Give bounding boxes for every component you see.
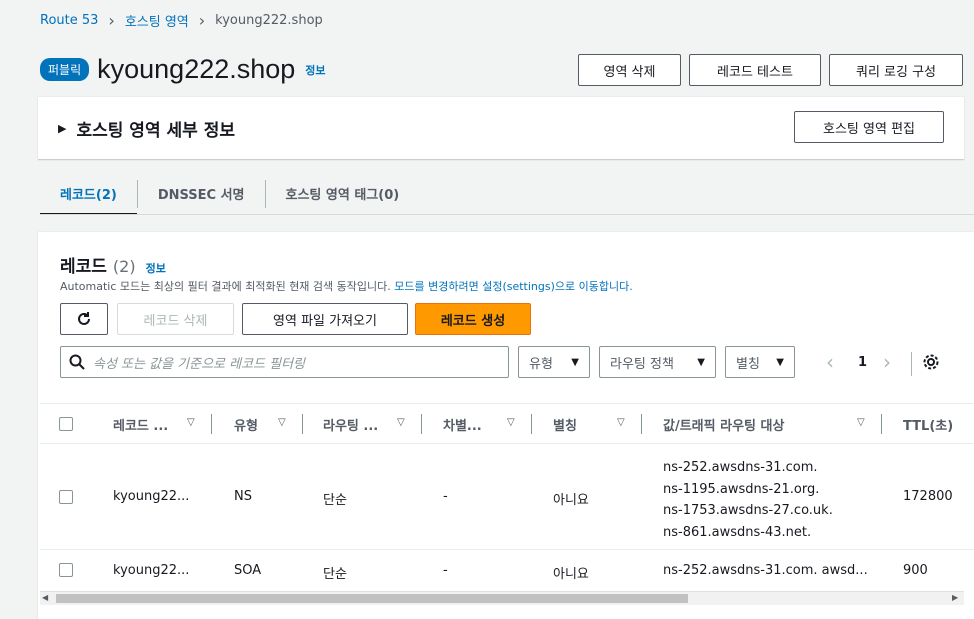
tab-dnssec[interactable]: DNSSEC 서명 bbox=[138, 172, 265, 215]
type-filter-select[interactable]: 유형 ▼ bbox=[518, 346, 590, 378]
value-line: ns-252.awsdns-31.com. bbox=[663, 460, 818, 475]
test-record-button[interactable]: 레코드 테스트 bbox=[689, 54, 821, 86]
row-checkbox[interactable] bbox=[59, 490, 73, 504]
column-divider[interactable] bbox=[211, 414, 212, 434]
chevron-right-icon[interactable]: › bbox=[883, 350, 891, 374]
type-filter-label: 유형 bbox=[529, 356, 553, 372]
record-ttl-cell: 900 bbox=[903, 563, 928, 578]
alias-filter-label: 별칭 bbox=[736, 356, 760, 372]
refresh-icon bbox=[78, 312, 90, 325]
record-diff-cell: - bbox=[443, 489, 448, 504]
chevron-left-icon[interactable]: ‹ bbox=[826, 350, 834, 374]
select-all-checkbox[interactable] bbox=[59, 417, 73, 431]
record-name-cell[interactable]: kyoung22... bbox=[113, 563, 189, 578]
tab-tags[interactable]: 호스팅 영역 태그(0) bbox=[266, 172, 420, 215]
details-toggle[interactable]: ▶ 호스팅 영역 세부 정보 bbox=[58, 116, 235, 141]
pagination-divider bbox=[911, 352, 912, 376]
scroll-left-icon[interactable]: ◀ bbox=[42, 593, 48, 602]
records-title: 레코드 bbox=[60, 257, 107, 277]
caret-down-icon: ▼ bbox=[697, 356, 705, 368]
alias-filter-select[interactable]: 별칭 ▼ bbox=[725, 346, 795, 378]
records-info-link[interactable]: 정보 bbox=[146, 260, 166, 276]
details-title: 호스팅 영역 세부 정보 bbox=[76, 121, 235, 141]
record-alias-cell: 아니요 bbox=[553, 493, 589, 508]
row-checkbox[interactable] bbox=[59, 563, 73, 577]
page-number[interactable]: 1 bbox=[858, 355, 867, 370]
breadcrumb: Route 53 › 호스팅 영역 › kyoung222.shop bbox=[40, 11, 323, 30]
record-type-cell: SOA bbox=[234, 563, 262, 578]
sort-icon[interactable]: ▽ bbox=[507, 417, 515, 428]
chevron-right-icon: › bbox=[198, 10, 206, 30]
breadcrumb-hosted-zones[interactable]: 호스팅 영역 bbox=[125, 11, 189, 30]
column-header-type[interactable]: 유형 bbox=[234, 412, 258, 436]
delete-zone-button[interactable]: 영역 삭제 bbox=[578, 54, 681, 86]
sort-icon[interactable]: ▽ bbox=[278, 417, 286, 428]
record-ttl-cell: 172800 bbox=[903, 489, 953, 504]
record-alias-cell: 아니요 bbox=[553, 567, 589, 582]
record-routing-cell: 단순 bbox=[323, 567, 347, 582]
import-zone-file-button[interactable]: 영역 파일 가져오기 bbox=[242, 303, 408, 335]
search-placeholder: 속성 또는 값을 기준으로 레코드 필터링 bbox=[93, 356, 306, 372]
column-header-ttl[interactable]: TTL(초) bbox=[903, 412, 953, 436]
info-link[interactable]: 정보 bbox=[305, 62, 325, 78]
tab-underline bbox=[40, 214, 974, 215]
breadcrumb-route53[interactable]: Route 53 bbox=[40, 13, 98, 28]
scrollbar-thumb[interactable] bbox=[56, 594, 688, 603]
column-header-record-name[interactable]: 레코드 ... bbox=[113, 412, 168, 436]
caret-down-icon: ▼ bbox=[776, 356, 784, 368]
description-text: Automatic 모드는 최상의 필터 결과에 최적화된 현재 검색 동작입니… bbox=[60, 280, 391, 293]
gear-icon[interactable] bbox=[922, 353, 940, 371]
table-top-border bbox=[40, 403, 974, 404]
public-badge: 퍼블릭 bbox=[40, 58, 90, 81]
horizontal-scrollbar[interactable]: ◀ ▶ bbox=[40, 591, 964, 605]
create-record-button[interactable]: 레코드 생성 bbox=[415, 303, 531, 335]
table-header-border bbox=[40, 443, 974, 444]
breadcrumb-current: kyoung222.shop bbox=[215, 13, 323, 28]
settings-link[interactable]: 모드를 변경하려면 설정(settings)으로 이동합니다. bbox=[394, 280, 632, 293]
tab-bar: 레코드(2) DNSSEC 서명 호스팅 영역 태그(0) bbox=[40, 172, 974, 215]
query-logging-button[interactable]: 쿼리 로깅 구성 bbox=[829, 54, 963, 86]
column-divider[interactable] bbox=[421, 414, 422, 434]
value-line: ns-861.awsdns-43.net. bbox=[663, 524, 812, 540]
column-header-alias[interactable]: 별칭 bbox=[553, 412, 577, 436]
routing-filter-label: 라우팅 정책 bbox=[610, 356, 674, 372]
routing-filter-select[interactable]: 라우팅 정책 ▼ bbox=[599, 346, 716, 378]
search-input[interactable]: 속성 또는 값을 기준으로 레코드 필터링 bbox=[60, 346, 509, 378]
column-divider[interactable] bbox=[531, 414, 532, 434]
search-icon bbox=[69, 354, 85, 370]
column-divider[interactable] bbox=[881, 414, 882, 434]
column-header-routing[interactable]: 라우팅 ... bbox=[323, 412, 378, 436]
sort-icon[interactable]: ▽ bbox=[187, 417, 195, 428]
value-line: ns-1195.awsdns-21.org. bbox=[663, 481, 820, 497]
record-value-cell: ns-252.awsdns-31.com. awsd... bbox=[663, 563, 868, 578]
caret-right-icon: ▶ bbox=[58, 122, 67, 135]
record-name-cell[interactable]: kyoung22... bbox=[113, 489, 189, 504]
record-diff-cell: - bbox=[443, 563, 448, 578]
page-header: 퍼블릭 kyoung222.shop 정보 bbox=[40, 54, 326, 85]
hosted-zone-details-panel: ▶ 호스팅 영역 세부 정보 호스팅 영역 편집 bbox=[38, 96, 964, 159]
sort-icon[interactable]: ▽ bbox=[857, 417, 865, 428]
records-header: 레코드 (2) 정보 bbox=[60, 252, 166, 277]
edit-hosted-zone-button[interactable]: 호스팅 영역 편집 bbox=[794, 111, 944, 143]
records-description: Automatic 모드는 최상의 필터 결과에 최적화된 현재 검색 동작입니… bbox=[60, 278, 633, 294]
page-title: kyoung222.shop bbox=[97, 54, 296, 84]
delete-record-button[interactable]: 레코드 삭제 bbox=[117, 303, 234, 335]
record-type-cell: NS bbox=[234, 489, 252, 504]
refresh-button[interactable] bbox=[60, 303, 108, 335]
column-divider[interactable] bbox=[641, 414, 642, 434]
row-border bbox=[40, 549, 974, 550]
sort-icon[interactable]: ▽ bbox=[617, 417, 625, 428]
caret-down-icon: ▼ bbox=[571, 356, 579, 368]
chevron-right-icon: › bbox=[108, 10, 115, 30]
column-header-differentiator[interactable]: 차별... bbox=[443, 412, 482, 436]
column-header-value[interactable]: 값/트래픽 라우팅 대상 bbox=[663, 412, 784, 436]
records-count: (2) bbox=[112, 257, 136, 276]
value-line: ns-1753.awsdns-27.co.uk. bbox=[663, 503, 833, 518]
sort-icon[interactable]: ▽ bbox=[397, 417, 405, 428]
record-routing-cell: 단순 bbox=[323, 493, 347, 508]
scroll-right-icon[interactable]: ▶ bbox=[952, 593, 958, 602]
record-value-cell: ns-252.awsdns-31.com. ns-1195.awsdns-21.… bbox=[663, 457, 833, 543]
tab-records[interactable]: 레코드(2) bbox=[40, 172, 137, 215]
column-divider[interactable] bbox=[302, 414, 303, 434]
